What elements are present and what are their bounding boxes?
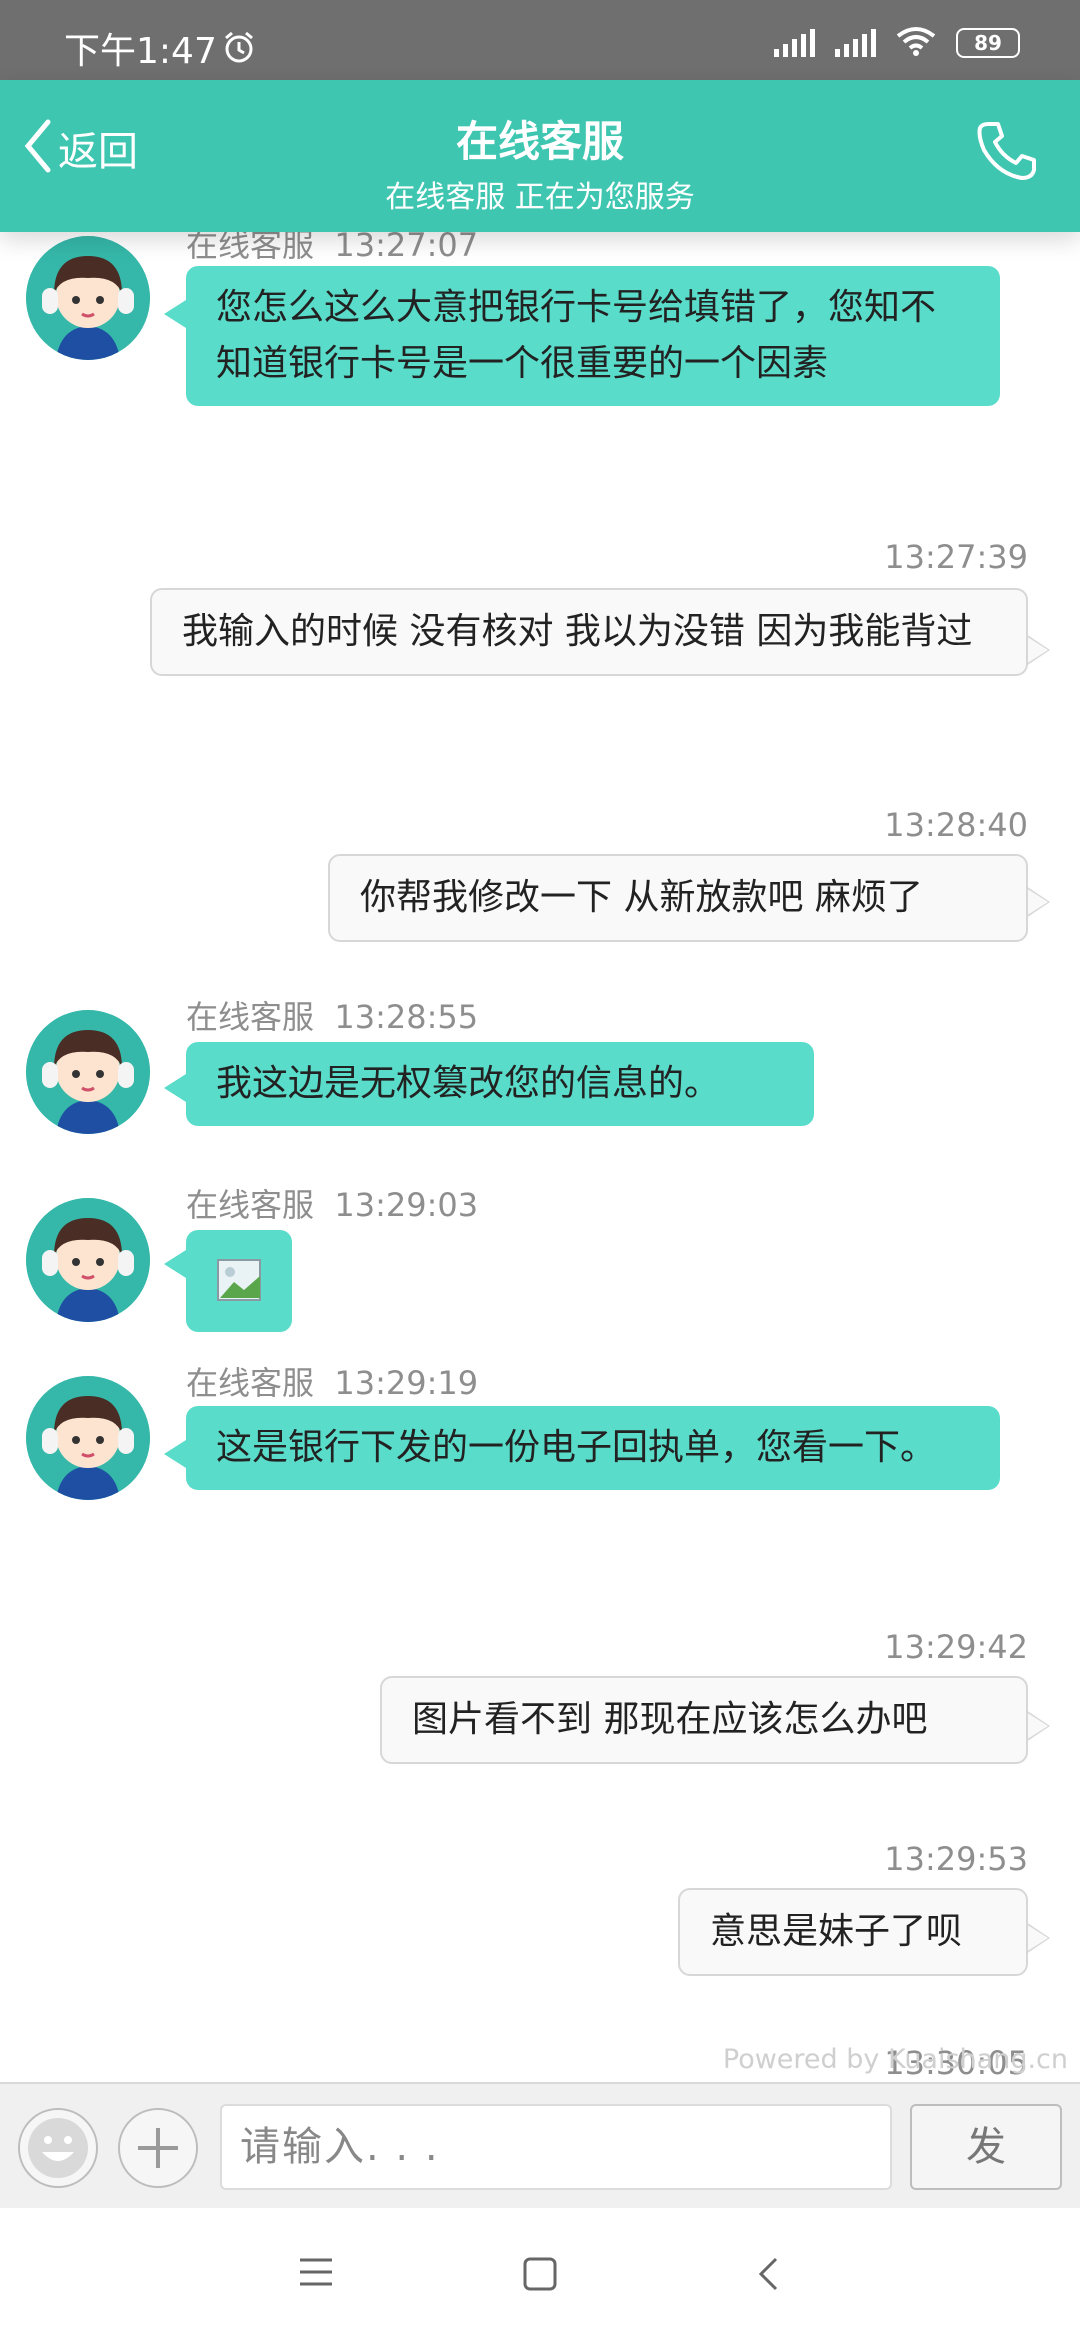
sender-name: 在线客服 [186,1364,315,1402]
message-time: 13:29:19 [334,1364,479,1402]
message-meta: 在线客服 13:27:07 [186,232,478,266]
status-bar: 下午1:47 89 [0,0,1080,80]
user-message-bubble[interactable]: 我输入的时候 没有核对 我以为没错 因为我能背过 [150,588,1028,676]
wifi-icon [896,26,936,60]
bubble-tail [164,1074,186,1102]
powered-by-watermark: Powered by Kuaishang.cn [722,2044,1068,2075]
plus-icon [120,2110,196,2190]
agent-avatar [26,1010,150,1134]
sender-name: 在线客服 [186,998,315,1036]
chat-messages[interactable]: 在线客服 13:27:07 您怎么这么大意把银行卡号给填错了，您知不知道银行卡号… [0,232,1080,2082]
message-time: 13:27:39 [884,538,1028,576]
agent-message-bubble[interactable]: 这是银行下发的一份电子回执单，您看一下。 [186,1406,1000,1490]
message-time: 13:27:07 [334,232,479,264]
phone-icon[interactable] [974,118,1040,188]
user-message-bubble[interactable]: 你帮我修改一下 从新放款吧 麻烦了 [328,854,1028,942]
sender-name: 在线客服 [186,232,315,264]
back-chevron-icon[interactable] [756,2256,780,2296]
status-icons: 89 [774,26,1020,60]
status-time: 下午1:47 [64,31,217,72]
bubble-tail [1026,636,1048,664]
chat-header: 返回 在线客服 在线客服 正在为您服务 [0,80,1080,232]
input-bar: 发 送 [0,2082,1080,2252]
bubble-tail [1026,888,1048,916]
agent-avatar [26,1198,150,1322]
agent-avatar [26,236,150,360]
user-message-bubble[interactable]: 图片看不到 那现在应该怎么办吧 [380,1676,1028,1764]
send-button[interactable]: 发 送 [910,2104,1062,2252]
bubble-tail [164,1250,186,1278]
agent-message-bubble[interactable]: 您怎么这么大意把银行卡号给填错了，您知不知道银行卡号是一个很重要的一个因素 [186,266,1000,406]
sender-name: 在线客服 [186,1186,315,1224]
alarm-clock-icon [222,30,256,68]
home-square-icon[interactable] [522,2256,558,2296]
message-time: 13:29:42 [884,1628,1028,1666]
agent-image-bubble[interactable] [186,1230,292,1332]
battery-indicator: 89 [956,28,1020,58]
page-subtitle: 在线客服 正在为您服务 [385,180,695,215]
message-input[interactable] [220,2104,892,2190]
message-time: 13:29:03 [334,1186,479,1224]
bubble-tail [164,300,186,328]
agent-avatar [26,1376,150,1500]
signal-icon [774,29,815,57]
bubble-tail [1026,1924,1048,1952]
smiley-icon [20,2110,96,2190]
system-nav-bar [0,2208,1080,2340]
bubble-tail [164,1440,186,1468]
message-time: 13:28:55 [334,998,479,1036]
message-meta: 在线客服 13:29:19 [186,1358,478,1404]
page-title: 在线客服 [455,117,624,166]
signal-icon [835,29,876,57]
message-meta: 在线客服 13:29:03 [186,1180,478,1226]
message-time: 13:28:40 [884,806,1028,844]
menu-icon[interactable] [298,2256,334,2292]
agent-message-bubble[interactable]: 我这边是无权篡改您的信息的。 [186,1042,814,1126]
message-meta: 在线客服 13:28:55 [186,992,478,1038]
emoji-button[interactable] [18,2108,98,2188]
broken-image-icon[interactable] [216,1258,262,1319]
add-attachment-button[interactable] [118,2108,198,2188]
user-message-bubble[interactable]: 意思是妹子了呗 [678,1888,1028,1976]
bubble-tail [1026,1712,1048,1740]
message-time: 13:29:53 [884,1840,1028,1878]
